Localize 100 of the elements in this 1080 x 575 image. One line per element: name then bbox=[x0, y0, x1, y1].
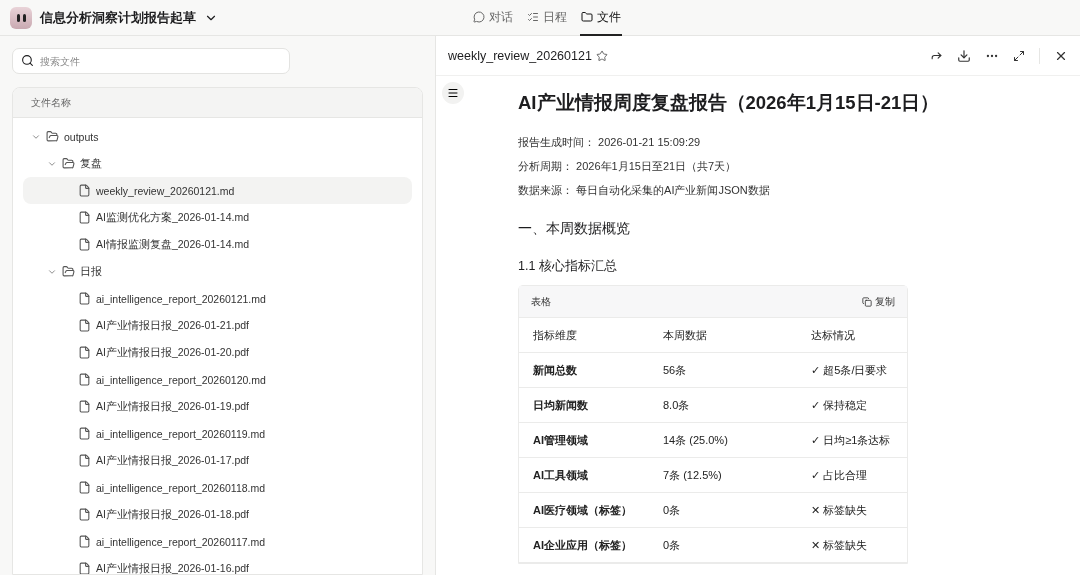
tab[interactable]: 对话 bbox=[472, 0, 514, 36]
document-filename: weekly_review_20260121 bbox=[448, 48, 592, 63]
file-row[interactable]: ai_intelligence_report_20260119.md bbox=[23, 420, 412, 447]
table-cell-text: ✓ 超5条/日要求 bbox=[811, 362, 889, 378]
file-row[interactable]: AI产业情报日报_2026-01-20.pdf bbox=[23, 339, 412, 366]
file-icon bbox=[78, 562, 91, 574]
table-cell-text: ✓ 日均≥1条达标 bbox=[811, 432, 892, 448]
file-name: AI情报监测复盘_2026-01-14.md bbox=[96, 237, 249, 252]
file-icon bbox=[78, 481, 91, 494]
table-cell-text: 新闻总数 bbox=[533, 362, 578, 378]
file-name: AI产业情报日报_2026-01-17.pdf bbox=[96, 453, 249, 468]
file-name: ai_intelligence_report_20260120.md bbox=[96, 373, 266, 386]
file-row[interactable]: AI监测优化方案_2026-01-14.md bbox=[23, 204, 412, 231]
file-icon bbox=[78, 292, 91, 305]
subsection-heading: 1.1 核心指标汇总 bbox=[518, 258, 618, 275]
tab-label: 文件 bbox=[597, 8, 621, 26]
file-name: ai_intelligence_report_20260118.md bbox=[96, 481, 266, 494]
share-icon bbox=[930, 49, 943, 62]
section-heading: 一、本周数据概览 bbox=[518, 220, 631, 238]
table-cell-text: ✓ 占比合理 bbox=[811, 467, 869, 483]
file-name: AI产业情报日报_2026-01-16.pdf bbox=[96, 561, 249, 574]
file-icon bbox=[78, 346, 91, 359]
folder-name: 复盘 bbox=[80, 156, 102, 171]
table-cell-text: AI工具领域 bbox=[533, 467, 589, 483]
search-field[interactable]: 搜索文件 bbox=[12, 48, 290, 74]
file-row[interactable]: ai_intelligence_report_20260117.md bbox=[23, 528, 412, 555]
file-row[interactable]: AI情报监测复盘_2026-01-14.md bbox=[23, 231, 412, 258]
table-cell-text: ✓ 保持稳定 bbox=[811, 397, 869, 413]
folder-row[interactable]: 日报 bbox=[23, 258, 412, 285]
column-header: 达标情况 bbox=[811, 327, 856, 343]
table-cell-text: AI管理领域 bbox=[533, 432, 589, 448]
table-cell-text: AI企业应用（标签） bbox=[533, 537, 633, 553]
folder-icon bbox=[62, 157, 75, 170]
folder-name: outputs bbox=[64, 130, 99, 143]
list-icon bbox=[527, 11, 539, 23]
column-header: 本周数据 bbox=[663, 327, 708, 343]
meta-line: 报告生成时间： 2026-01-21 15:09:29 bbox=[518, 135, 702, 150]
table-caption: 表格 bbox=[531, 294, 551, 309]
table-cell-text: 14条 (25.0%) bbox=[663, 432, 729, 448]
folder-row[interactable]: outputs bbox=[23, 123, 412, 150]
outline-button[interactable] bbox=[442, 82, 464, 104]
app-logo bbox=[10, 6, 32, 29]
file-name: AI监测优化方案_2026-01-14.md bbox=[96, 210, 249, 225]
file-icon bbox=[78, 454, 91, 467]
column-header: 指标维度 bbox=[533, 327, 578, 343]
menu-icon bbox=[447, 87, 459, 99]
file-name: AI产业情报日报_2026-01-19.pdf bbox=[96, 399, 249, 414]
file-row[interactable]: AI产业情报日报_2026-01-17.pdf bbox=[23, 447, 412, 474]
search-icon bbox=[21, 54, 34, 67]
file-name: AI产业情报日报_2026-01-21.pdf bbox=[96, 318, 249, 333]
file-name: AI产业情报日报_2026-01-20.pdf bbox=[96, 345, 249, 360]
folder-name: 日报 bbox=[80, 264, 102, 279]
table-cell-text: 7条 (12.5%) bbox=[663, 467, 723, 483]
file-row[interactable]: AI产业情报日报_2026-01-21.pdf bbox=[23, 312, 412, 339]
share-button[interactable] bbox=[930, 49, 943, 62]
download-button[interactable] bbox=[957, 48, 971, 63]
app-title: 信息分析洞察计划报告起草 bbox=[40, 8, 196, 27]
folder-icon bbox=[581, 11, 593, 23]
table-cell-text: ✕ 标签缺失 bbox=[811, 502, 869, 518]
file-row[interactable]: ai_intelligence_report_20260121.md bbox=[23, 285, 412, 312]
file-icon bbox=[78, 211, 91, 224]
file-row[interactable]: AI产业情报日报_2026-01-19.pdf bbox=[23, 393, 412, 420]
tab[interactable]: 日程 bbox=[526, 0, 568, 36]
tab-label: 对话 bbox=[489, 8, 513, 26]
folder-icon bbox=[46, 130, 59, 143]
download-icon bbox=[957, 48, 971, 63]
table-cell-text: 56条 bbox=[663, 362, 688, 378]
file-icon bbox=[78, 373, 91, 386]
folder-row[interactable]: 复盘 bbox=[23, 150, 412, 177]
column-header: 文件名称 bbox=[31, 95, 71, 110]
table-cell-text: ✕ 标签缺失 bbox=[811, 537, 869, 553]
file-name: ai_intelligence_report_20260117.md bbox=[96, 535, 266, 548]
file-row[interactable]: ai_intelligence_report_20260120.md bbox=[23, 366, 412, 393]
star-icon[interactable] bbox=[595, 49, 608, 62]
file-name: AI产业情报日报_2026-01-18.pdf bbox=[96, 507, 249, 522]
table-cell-text: 8.0条 bbox=[663, 397, 691, 413]
file-row[interactable]: AI产业情报日报_2026-01-18.pdf bbox=[23, 501, 412, 528]
expand-icon bbox=[1013, 49, 1025, 62]
file-icon bbox=[78, 238, 91, 251]
chat-icon bbox=[473, 11, 485, 23]
table-cell-text: 日均新闻数 bbox=[533, 397, 589, 413]
file-name: ai_intelligence_report_20260119.md bbox=[96, 427, 266, 440]
document-title: AI产业情报周度复盘报告（2026年1月15日-21日） bbox=[518, 91, 938, 115]
file-icon bbox=[78, 508, 91, 521]
meta-line: 分析周期： 2026年1月15日至21日（共7天） bbox=[518, 159, 738, 174]
tab-label: 日程 bbox=[543, 8, 567, 26]
file-icon bbox=[78, 184, 91, 197]
file-row[interactable]: AI产业情报日报_2026-01-16.pdf bbox=[23, 555, 412, 574]
meta-line: 数据来源： 每日自动化采集的AI产业新闻JSON数据 bbox=[518, 183, 771, 198]
copy-button[interactable]: 复制 bbox=[862, 294, 895, 309]
file-name: weekly_review_20260121.md bbox=[96, 184, 235, 197]
file-row[interactable]: ai_intelligence_report_20260118.md bbox=[23, 474, 412, 501]
folder-icon bbox=[62, 265, 75, 278]
file-row[interactable]: weekly_review_20260121.md bbox=[23, 177, 412, 204]
expand-button[interactable] bbox=[1013, 49, 1025, 62]
file-icon bbox=[78, 535, 91, 548]
table-cell-text: AI医疗领域（标签） bbox=[533, 502, 633, 518]
file-icon bbox=[78, 319, 91, 332]
table-cell-text: 0条 bbox=[663, 502, 682, 518]
file-name: ai_intelligence_report_20260121.md bbox=[96, 292, 266, 305]
